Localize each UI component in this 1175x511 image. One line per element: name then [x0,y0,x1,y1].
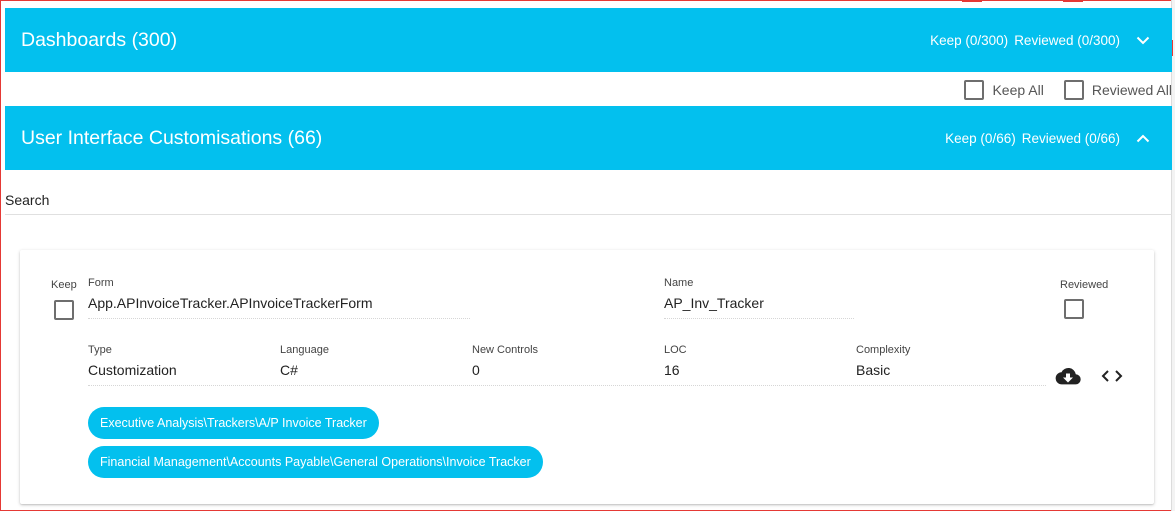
loc-label: LOC [664,344,687,356]
loc-value: 16 [664,362,680,378]
top-edge-mark [1063,0,1083,2]
ui-customisations-reviewed-count: Reviewed (0/66) [1021,130,1120,146]
ui-customisations-keep-count: Keep (0/66) [945,130,1016,146]
customisation-card: Keep Form App.APInvoiceTracker.APInvoice… [20,250,1154,504]
reviewed-label: Reviewed [1060,279,1109,291]
form-value: App.APInvoiceTracker.APInvoiceTrackerFor… [88,295,373,311]
top-edge-mark [962,0,982,2]
keep-label: Keep [51,279,77,291]
chevron-down-icon[interactable] [1132,29,1154,51]
details-row-underline [88,385,1046,386]
new-controls-value: 0 [472,362,480,378]
reviewed-all-checkbox[interactable] [1063,80,1084,100]
cloud-download-icon[interactable] [1054,364,1082,388]
tag-chip[interactable]: Financial Management\Accounts Payable\Ge… [88,446,543,478]
code-icon[interactable] [1100,364,1124,388]
dashboards-panel-counts: Keep (0/300) Reviewed (0/300) [930,8,1154,72]
keep-all-label: Keep All [992,82,1044,98]
dashboards-reviewed-count: Reviewed (0/300) [1014,32,1120,48]
name-label: Name [664,277,694,289]
dashboards-keep-count: Keep (0/300) [930,32,1009,48]
name-value: AP_Inv_Tracker [664,295,764,311]
ui-customisations-panel-header[interactable]: User Interface Customisations (66) Keep … [5,106,1172,170]
reviewed-checkbox[interactable] [1064,299,1084,319]
language-label: Language [280,344,329,356]
complexity-label: Complexity [856,344,911,356]
dashboards-panel-header[interactable]: Dashboards (300) Keep (0/300) Reviewed (… [5,8,1172,72]
keep-all-control[interactable]: Keep All [964,80,1044,100]
type-label: Type [88,344,112,356]
keep-checkbox[interactable] [54,300,74,320]
chevron-up-icon[interactable] [1132,127,1154,149]
language-value: C# [280,362,298,378]
search-underline [5,214,1172,215]
tag-chip[interactable]: Executive Analysis\Trackers\A/P Invoice … [88,407,379,439]
reviewed-all-label: Reviewed All [1091,82,1172,98]
ui-customisations-panel-counts: Keep (0/66) Reviewed (0/66) [945,106,1154,170]
select-all-row: Keep All Reviewed All [964,79,1172,101]
keep-all-checkbox[interactable] [964,80,985,100]
form-field-underline [88,318,470,319]
name-field-underline [664,318,854,319]
complexity-value: Basic [856,362,891,378]
dashboards-panel-title: Dashboards (300) [21,28,178,51]
scrollbar-mark [1172,40,1173,56]
reviewed-all-control[interactable]: Reviewed All [1063,80,1172,100]
type-value: Customization [88,362,177,378]
vertical-scrollbar[interactable] [1171,0,1175,511]
form-label: Form [88,277,114,289]
new-controls-label: New Controls [472,344,539,356]
ui-customisations-panel-title: User Interface Customisations (66) [21,126,323,149]
search-label[interactable]: Search [5,192,49,208]
